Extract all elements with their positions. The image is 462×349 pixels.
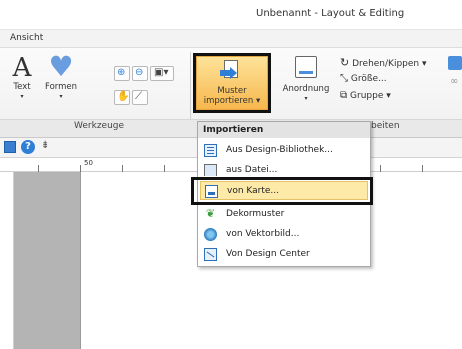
zoom-in-icon: ⊕: [117, 67, 126, 78]
rotate-icon: ↻: [340, 56, 350, 69]
bearbeiten-group-label: beiten: [371, 121, 400, 131]
zoom-fit-icon: ▣▾: [154, 67, 169, 78]
dropdown-header: Importieren: [198, 122, 370, 138]
gruppe-label: Gruppe: [350, 91, 384, 101]
ribbon-tabs: Ansicht: [0, 30, 462, 48]
menu-item-label: Aus Design-Bibliothek...: [226, 145, 333, 155]
arrange-icon: [295, 56, 317, 78]
vector-image-icon: [204, 228, 217, 241]
file-icon: [204, 164, 217, 176]
decor-pattern-icon: ❦: [205, 207, 216, 220]
groesse-button[interactable]: ⤡ Größe...: [340, 73, 387, 84]
hand-icon: ✋: [117, 91, 130, 102]
overflow-blue-button[interactable]: [448, 56, 462, 70]
menu-item-label: von Vektorbild...: [226, 229, 300, 239]
ruler-tick: [422, 165, 423, 172]
groesse-label: Größe...: [350, 74, 387, 84]
ruler-mark-label: 50: [84, 159, 93, 167]
ruler-tick: [164, 165, 165, 172]
design-center-icon: [204, 248, 217, 261]
gruppe-button[interactable]: ⧉ Gruppe ▾: [340, 90, 391, 101]
help-icon[interactable]: ?: [21, 140, 35, 154]
title-bar: Unbenannt - Layout & Editing: [0, 0, 462, 30]
zoom-in-button[interactable]: ⊕: [114, 66, 130, 81]
text-icon: A: [12, 53, 32, 83]
ruler-tick: [38, 165, 39, 172]
chevron-down-icon: ▾: [304, 95, 308, 102]
text-button-label: Text: [13, 82, 31, 92]
text-button[interactable]: A Text ▾: [8, 54, 36, 102]
muster-button-callout-frame: [193, 53, 271, 113]
from-card-callout-frame: [191, 177, 373, 205]
anordnung-button[interactable]: Anordnung ▾: [280, 56, 332, 104]
group-icon: ⧉: [340, 90, 348, 101]
werkzeuge-group-label: Werkzeuge: [74, 121, 125, 131]
menu-item-label: Von Design Center: [226, 249, 310, 259]
menu-item-label: aus Datei...: [226, 165, 278, 175]
view-toggle-icon[interactable]: [4, 141, 16, 153]
toolbar-customize-icon[interactable]: ⇟: [41, 140, 49, 151]
measure-icon: ⟋: [135, 91, 142, 102]
menu-item-design-library[interactable]: Aus Design-Bibliothek...: [200, 141, 368, 160]
menu-item-vector-image[interactable]: von Vektorbild...: [200, 225, 368, 244]
vertical-ruler: [0, 172, 14, 349]
overflow-link-icon: ∞: [450, 76, 459, 87]
menu-item-from-file[interactable]: aus Datei...: [200, 161, 368, 176]
anordnung-button-label: Anordnung: [282, 84, 330, 94]
zoom-out-icon: ⊖: [135, 67, 144, 78]
drehen-kippen-button[interactable]: ↻ Drehen/Kippen ▾: [340, 56, 427, 69]
ruler-tick: [122, 165, 123, 172]
heart-icon: ♥: [48, 50, 74, 83]
resize-icon: ⤡: [340, 73, 348, 84]
tab-ansicht[interactable]: Ansicht: [10, 33, 43, 43]
ruler-tick: [380, 165, 381, 172]
drehen-kippen-label: Drehen/Kippen: [352, 59, 420, 69]
zoom-out-button[interactable]: ⊖: [132, 66, 148, 81]
formen-button-label: Formen: [44, 82, 78, 92]
window-title: Unbenannt - Layout & Editing: [256, 8, 405, 19]
pan-button[interactable]: ✋: [114, 90, 130, 105]
zoom-fit-button[interactable]: ▣▾: [150, 66, 174, 81]
chevron-down-icon: ▾: [20, 93, 24, 100]
ruler-tick: [80, 165, 81, 172]
formen-button[interactable]: ♥ Formen ▾: [42, 52, 80, 102]
menu-item-label: Dekormuster: [226, 209, 285, 219]
menu-item-design-center[interactable]: Von Design Center: [200, 245, 368, 264]
measure-button[interactable]: ⟋: [132, 90, 148, 105]
menu-item-decor-pattern[interactable]: ❦ Dekormuster: [200, 205, 368, 224]
library-icon: [204, 144, 217, 157]
chevron-down-icon: ▾: [59, 93, 63, 100]
